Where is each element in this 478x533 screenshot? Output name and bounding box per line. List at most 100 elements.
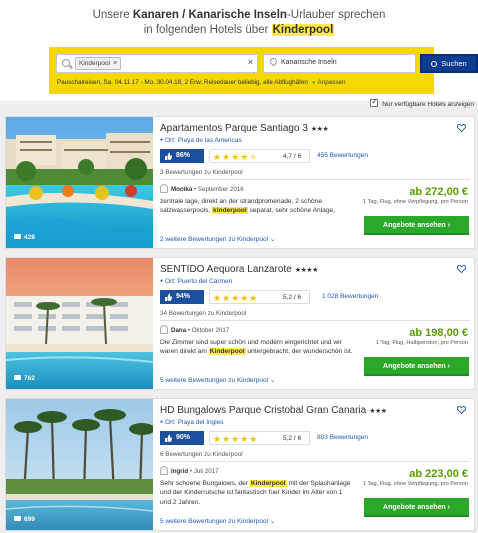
rating-value: 5,2 / 6 bbox=[283, 294, 302, 301]
chevron-down-icon: ⌄ bbox=[269, 518, 276, 525]
search-icon bbox=[62, 59, 70, 67]
headline-region: Kanaren / Kanarische Inseln bbox=[132, 9, 287, 21]
hotel-name[interactable]: HD Bungalows Parque Cristobal Gran Canar… bbox=[160, 405, 387, 416]
hotel-location[interactable]: Ort: Playa del Ingles bbox=[160, 419, 224, 426]
hotel-card: 762 SENTIDO Aequora Lanzarote★★★★ Ort: P… bbox=[5, 257, 475, 390]
recommendation-value: 94% bbox=[176, 293, 191, 300]
search-button[interactable]: Suchen bbox=[420, 54, 478, 73]
recommendation-value: 90% bbox=[176, 434, 191, 441]
thumbs-up-icon bbox=[165, 152, 172, 160]
search-icon bbox=[431, 61, 438, 67]
destination-field[interactable]: Kanarische Inseln bbox=[263, 54, 416, 73]
hotel-photo[interactable]: 699 bbox=[6, 399, 153, 530]
more-reviews-link[interactable]: 5 weitere Bewertungen zu Kinderpool ⌄ bbox=[160, 517, 275, 525]
divider bbox=[160, 461, 470, 462]
headline-text: Unsere bbox=[92, 9, 133, 21]
chip-remove-icon[interactable]: × bbox=[113, 60, 117, 67]
price-details: 1 Tag, Flug, Halbpension, pro Person bbox=[375, 340, 468, 346]
sun-rating-icons: ★★★★★ bbox=[213, 293, 258, 304]
recommendation-value: 86% bbox=[176, 152, 191, 159]
rating-bar: ★★★★★ 5,2 / 6 bbox=[209, 290, 310, 304]
divider bbox=[160, 179, 470, 180]
sun-full-icons: ★★★★★ bbox=[213, 293, 259, 303]
review-text-part: separat, sehr schöne Anlage, bbox=[247, 207, 335, 215]
hotel-stars: ★★★★ bbox=[294, 267, 319, 274]
heart-icon[interactable] bbox=[457, 265, 466, 273]
divider bbox=[160, 320, 470, 321]
available-filter[interactable]: Nur verfügbare Hotels anzeigen bbox=[370, 97, 474, 111]
price-details: 1 Tag, Flug, ohne Verpflegung, pro Perso… bbox=[362, 481, 468, 487]
hotel-name[interactable]: Apartamentos Parque Santiago 3 ★★★ bbox=[160, 123, 329, 134]
more-reviews-label: 5 weitere Bewertungen zu Kinderpool bbox=[160, 377, 269, 384]
search-summary: Pauschalreisen, Sa. 04.11.17 - Mo. 30.04… bbox=[57, 79, 346, 86]
avatar bbox=[160, 325, 168, 334]
heart-icon[interactable] bbox=[457, 124, 466, 132]
photo-count: 762 bbox=[14, 375, 35, 382]
reviewer-name: Dana bbox=[171, 327, 187, 334]
rating-bar: ★★★★★ 5,2 / 6 bbox=[209, 431, 310, 445]
recommendation-badge: 86% bbox=[160, 149, 204, 163]
hotel-location[interactable]: Ort: Playa de las Americas bbox=[160, 137, 242, 144]
recommendation-badge: 94% bbox=[160, 290, 204, 304]
price: ab 223,00 € bbox=[409, 468, 468, 480]
review-text: zentrale lage, direkt an der strandprome… bbox=[160, 197, 355, 216]
sun-half-icon: ★ bbox=[249, 152, 259, 162]
review-text: Die Zimmer sind super schön und modern e… bbox=[160, 338, 355, 357]
reviewer: Ingrid • Juli 2017 bbox=[160, 466, 219, 475]
rating-bar: ★★★★★ 4,7 / 6 bbox=[209, 149, 310, 163]
keyword-chip[interactable]: Kinderpool × bbox=[75, 57, 122, 70]
keyword-reviews-count: 34 Bewertungen zu Kinderpool bbox=[160, 310, 247, 317]
page-headline: Unsere Kanaren / Kanarische Inseln-Urlau… bbox=[0, 8, 478, 38]
review-keyword: Kinderpool bbox=[249, 480, 287, 487]
chip-label: Kinderpool bbox=[79, 60, 111, 67]
recommendation-badge: 90% bbox=[160, 431, 204, 445]
hotel-photo[interactable]: 428 bbox=[6, 117, 153, 248]
reviewer-name: Ingrid bbox=[171, 468, 189, 475]
review-keyword: kinderpool bbox=[212, 207, 248, 215]
rating-value: 5,2 / 6 bbox=[283, 435, 302, 442]
review-keyword: Kinderpool bbox=[208, 348, 246, 356]
keyword-field[interactable]: Kinderpool × × bbox=[56, 54, 258, 73]
reviewer: Dana • Oktober 2017 bbox=[160, 325, 229, 334]
sun-full-icons: ★★★★ bbox=[213, 152, 250, 162]
thumbs-up-icon bbox=[165, 293, 172, 301]
reviews-link[interactable]: 803 Bewertungen bbox=[317, 434, 368, 441]
hotel-location[interactable]: Ort: Puerto del Carmen bbox=[160, 278, 232, 285]
clear-icon[interactable]: × bbox=[248, 57, 253, 67]
hotel-name-text[interactable]: SENTIDO Aequora Lanzarote bbox=[160, 264, 292, 275]
hotel-stars: ★★★ bbox=[369, 408, 387, 415]
hotel-photo-image bbox=[6, 117, 153, 248]
hotel-name[interactable]: SENTIDO Aequora Lanzarote ★★★★ bbox=[160, 264, 318, 275]
review-date: • Oktober 2017 bbox=[186, 327, 230, 334]
reviews-link[interactable]: 455 Bewertungen bbox=[317, 152, 368, 159]
price-details: 1 Tag, Flug, ohne Verpflegung, pro Perso… bbox=[362, 199, 468, 205]
price: ab 272,00 € bbox=[409, 186, 468, 198]
review-date: • September 2016 bbox=[192, 186, 244, 193]
adjust-link[interactable]: Anpassen bbox=[312, 79, 346, 86]
photo-count: 428 bbox=[14, 234, 35, 241]
header-area: Unsere Kanaren / Kanarische Inseln-Urlau… bbox=[0, 0, 478, 101]
view-offers-button[interactable]: Angebote ansehen › bbox=[364, 498, 469, 517]
hotel-name-text[interactable]: Apartamentos Parque Santiago 3 bbox=[160, 123, 308, 134]
keyword-reviews-count: 3 Bewertungen zu Kinderpool bbox=[160, 169, 243, 176]
available-checkbox[interactable] bbox=[370, 97, 379, 107]
more-reviews-link[interactable]: 5 weitere Bewertungen zu Kinderpool ⌄ bbox=[160, 376, 275, 384]
reviewer-name: Monika bbox=[171, 186, 193, 193]
sun-full-icons: ★★★★★ bbox=[213, 434, 259, 444]
hotel-name-text[interactable]: HD Bungalows Parque Cristobal Gran Canar… bbox=[160, 405, 366, 416]
headline-text: -Urlauber sprechen bbox=[286, 9, 386, 21]
avatar bbox=[160, 466, 168, 475]
destination-value: Kanarische Inseln bbox=[281, 59, 337, 66]
photo-count: 699 bbox=[14, 516, 35, 523]
view-offers-button[interactable]: Angebote ansehen › bbox=[364, 357, 469, 376]
search-button-label: Suchen bbox=[441, 59, 467, 68]
sun-rating-icons: ★★★★★ bbox=[213, 434, 258, 445]
view-offers-button[interactable]: Angebote ansehen › bbox=[364, 216, 469, 235]
reviews-link[interactable]: 1.028 Bewertungen bbox=[322, 293, 378, 300]
available-filter-label: Nur verfügbare Hotels anzeigen bbox=[382, 101, 474, 108]
avatar bbox=[160, 184, 168, 193]
heart-icon[interactable] bbox=[457, 406, 466, 414]
hotel-photo[interactable]: 762 bbox=[6, 258, 153, 389]
price: ab 198,00 € bbox=[409, 327, 468, 339]
more-reviews-link[interactable]: 2 weitere Bewertungen zu Kinderpool ⌄ bbox=[160, 235, 275, 243]
